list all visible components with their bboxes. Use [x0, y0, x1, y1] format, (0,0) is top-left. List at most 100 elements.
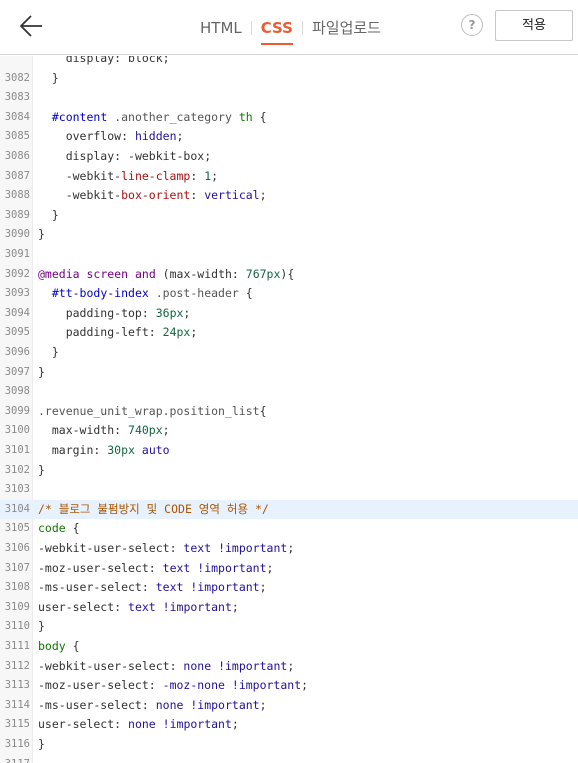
code-line[interactable]: 3093 #tt-body-index .post-header { [0, 284, 578, 304]
code-line[interactable]: 3111 body { [0, 637, 578, 657]
code-token: : [169, 658, 184, 673]
code-line[interactable]: 3103 [0, 480, 578, 500]
tab-divider [301, 20, 303, 35]
code-line[interactable]: 3096 } [0, 343, 578, 363]
code-line[interactable]: 3083 [0, 88, 578, 108]
back-button[interactable] [16, 12, 48, 40]
apply-button[interactable]: 적용 [495, 10, 573, 41]
line-number: 3100 [4, 424, 30, 437]
code-line[interactable]: 3104 /* 블로그 불펌방지 및 CODE 영역 허용 */ [0, 499, 578, 520]
code-text: body { [38, 637, 80, 657]
code-line[interactable]: 3085 overflow: hidden; [0, 127, 578, 147]
code-token: none [183, 658, 212, 673]
code-line[interactable]: 3101 margin: 30px auto [0, 441, 578, 461]
code-line[interactable]: 3082 } [0, 69, 578, 89]
code-line[interactable]: 3115 user-select: none !important; [0, 715, 578, 735]
help-icon[interactable]: ? [461, 14, 483, 36]
code-token: user-select [38, 717, 115, 732]
code-token: margin [38, 443, 94, 457]
code-token: !important [197, 560, 267, 575]
code-token: : [169, 541, 184, 555]
code-token: { [238, 286, 253, 301]
code-line[interactable]: 3084 #content .another_category th { [0, 108, 578, 128]
code-token: ){ [280, 266, 295, 281]
code-line[interactable]: 3090} [0, 225, 578, 245]
code-token: text [128, 599, 156, 614]
code-line[interactable]: 3087 -webkit-line-clamp: 1; [0, 167, 578, 187]
code-line[interactable]: 3109 user-select: text !important; [0, 598, 578, 618]
editor-tabs: HTML CSS 파일업로드 [200, 0, 381, 55]
arrow-left-icon [19, 15, 42, 37]
code-token: ; [301, 678, 309, 693]
code-line[interactable]: 3094 padding-top: 36px; [0, 304, 578, 324]
code-line[interactable]: 3114 -ms-user-select: none !important; [0, 696, 578, 716]
code-text: -moz-user-select: text !important; [38, 559, 273, 579]
code-token: !important [231, 678, 302, 693]
code-line[interactable]: 3102} [0, 461, 578, 481]
code-token: : [190, 168, 205, 183]
code-token: ; [190, 325, 198, 340]
line-number: 3103 [4, 483, 30, 496]
code-token: : [148, 560, 163, 575]
code-token: display [38, 149, 115, 163]
line-number: 3113 [4, 679, 30, 692]
code-line[interactable]: 3086 display: -webkit-box; [0, 147, 578, 167]
line-number: 3089 [4, 208, 30, 221]
code-token: -ms-user-select [38, 580, 142, 595]
code-token: : [114, 423, 129, 438]
code-editor[interactable]: display: block; 3082 } 3083 3084 #content .… [0, 56, 578, 763]
code-token: and [134, 266, 156, 281]
code-text: user-select: text !important; [38, 598, 239, 618]
code-token: .another_category [114, 109, 232, 124]
code-token: ; [183, 305, 191, 320]
code-text: @media screen and (max-width: 767px){ [38, 265, 294, 285]
line-number: 3096 [4, 346, 30, 358]
code-line[interactable]: display: block; [0, 56, 578, 69]
line-number: 3094 [4, 306, 30, 319]
code-line[interactable]: 3099 .revenue_unit_wrap.position_list{ [0, 402, 578, 422]
tab-css[interactable]: CSS [260, 19, 294, 45]
code-token: !important [190, 697, 260, 712]
code-token: : [141, 305, 156, 320]
code-line[interactable]: 3108 -ms-user-select: text !important; [0, 578, 578, 598]
code-line[interactable]: 3095 padding-left: 24px; [0, 323, 578, 343]
code-token: vertical [204, 188, 260, 203]
line-number: 3097 [4, 365, 30, 378]
code-token: ; [259, 697, 267, 712]
code-token: /* 블로그 불펌방지 및 CODE 영역 허용 */ [38, 501, 269, 516]
code-text: max-width: 740px; [38, 421, 170, 441]
code-line[interactable]: 3106 -webkit-user-select: text !important… [0, 539, 578, 559]
code-token: } [38, 619, 45, 634]
code-line[interactable]: 3117 [0, 755, 578, 763]
code-token: box-orient [121, 188, 191, 203]
code-line[interactable]: 3116} [0, 735, 578, 755]
tab-html[interactable]: HTML [200, 19, 242, 37]
code-text: } [38, 225, 45, 245]
code-line[interactable]: 3105 code { [0, 519, 578, 539]
code-line[interactable]: 3091 [0, 245, 578, 265]
code-text: display: block; [38, 56, 170, 69]
code-text: } [38, 343, 59, 363]
code-token: : [121, 129, 135, 144]
code-token: 767px [245, 266, 281, 281]
code-line[interactable]: 3100 max-width: 740px; [0, 421, 578, 441]
code-token: : [148, 678, 163, 693]
code-line[interactable]: 3110} [0, 617, 578, 637]
code-line[interactable]: 3112 -webkit-user-select: none !important… [0, 657, 578, 677]
line-number: 3106 [4, 542, 30, 554]
code-line[interactable]: 3098 [0, 382, 578, 402]
code-line[interactable]: 3107 -moz-user-select: text !important; [0, 559, 578, 579]
code-token: .post-header [155, 286, 239, 301]
code-text: padding-left: 24px; [38, 323, 198, 343]
tab-file-upload[interactable]: 파일업로드 [312, 17, 381, 38]
tab-divider [250, 20, 252, 35]
line-number: 3099 [4, 404, 30, 417]
code-line[interactable]: 3113 -moz-user-select: -moz-none !importa… [0, 676, 578, 696]
code-line[interactable]: 3092 @media screen and (max-width: 767px)… [0, 265, 578, 285]
code-line[interactable]: 3097} [0, 363, 578, 383]
code-line[interactable]: 3089 } [0, 206, 578, 226]
code-line[interactable]: 3088 -webkit-box-orient: vertical; [0, 186, 578, 206]
